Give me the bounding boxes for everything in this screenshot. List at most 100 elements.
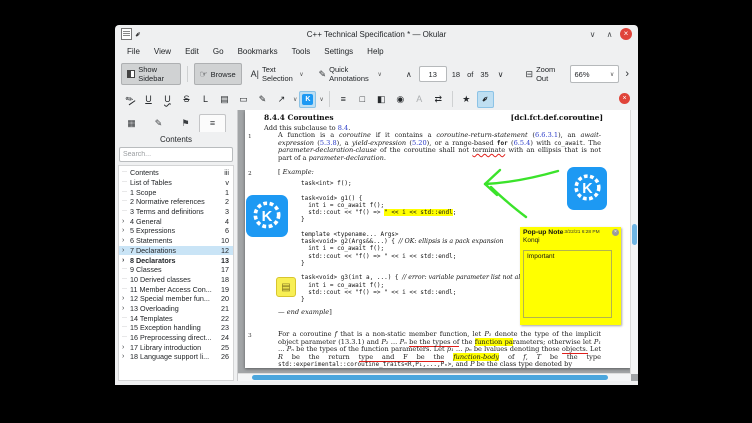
advanced-settings-icon[interactable]: ⇄	[430, 91, 447, 108]
font-icon[interactable]: A	[411, 91, 428, 108]
menu-settings[interactable]: Settings	[317, 47, 360, 56]
horizontal-scrollbar[interactable]	[238, 373, 631, 381]
chevron-down-icon[interactable]: ∨	[319, 96, 323, 103]
opacity-icon[interactable]: ◉	[392, 91, 409, 108]
vertical-scrollbar[interactable]	[630, 110, 638, 374]
toc-item[interactable]: ›6 Statements10	[119, 236, 233, 246]
chevron-right-icon[interactable]: ›	[122, 257, 130, 264]
toc-item[interactable]: —3 Terms and definitions3	[119, 207, 233, 217]
popup-note-icon[interactable]: ▭	[235, 91, 252, 108]
sidebar: ▦✎⚑≡ Contents —Contentsiii—List of Table…	[115, 110, 238, 381]
chevron-right-icon[interactable]: ›	[122, 344, 130, 351]
page-number-input[interactable]	[419, 66, 447, 82]
chevron-right-icon[interactable]: ›	[122, 218, 130, 225]
toc-item[interactable]: —1 Scope1	[119, 187, 233, 197]
line-width-icon[interactable]: ≡	[335, 91, 352, 108]
toc-item[interactable]: ›8 Declarators13	[119, 255, 233, 265]
pin-icon[interactable]: ✒	[477, 91, 494, 108]
toc-item[interactable]: ›7 Declarations12	[119, 246, 233, 256]
strikeout-icon[interactable]: S	[178, 91, 195, 108]
fill-color-icon[interactable]: ◧	[373, 91, 390, 108]
toc-item[interactable]: ›13 Overloading21	[119, 304, 233, 314]
sidebar-tab-contents[interactable]: ≡	[199, 114, 226, 132]
chevron-right-icon[interactable]: ›	[122, 247, 130, 254]
toc-item[interactable]: —9 Classes17	[119, 265, 233, 275]
chevron-right-icon[interactable]: ›	[122, 353, 130, 360]
next-page-button[interactable]: ∨	[494, 68, 508, 81]
menu-go[interactable]: Go	[206, 47, 231, 56]
sidebar-tab-annotations[interactable]: ✎	[145, 114, 172, 132]
toc-item[interactable]: —14 Templates22	[119, 313, 233, 323]
quick-annotations-button[interactable]: ✎ Quick Annotations ∨	[313, 63, 388, 85]
squiggle-icon[interactable]: U	[159, 91, 176, 108]
tree-guide: —	[122, 325, 130, 330]
horizontal-scrollbar-handle[interactable]	[252, 375, 608, 380]
zoom-level-combobox[interactable]: 66% ∨	[570, 65, 620, 83]
text-run: of the coroutine shall not	[377, 146, 473, 154]
popup-note-body[interactable]: Important	[523, 250, 612, 318]
toc-item[interactable]: ›18 Language support li...26	[119, 352, 233, 362]
chevron-right-icon[interactable]: ›	[122, 237, 130, 244]
close-button[interactable]: ×	[620, 28, 632, 40]
close-annotation-toolbar-button[interactable]: ×	[619, 93, 630, 104]
menu-view[interactable]: View	[147, 47, 178, 56]
maximize-button[interactable]: ∧	[603, 28, 616, 41]
zoom-out-button[interactable]: ⊟ Zoom Out	[520, 63, 567, 85]
sidebar-tab-thumbnails[interactable]: ▦	[118, 114, 145, 132]
inline-note-annotation[interactable]: ▤	[276, 277, 296, 297]
chevron-right-icon[interactable]: ›	[122, 295, 130, 302]
menu-help[interactable]: Help	[360, 47, 390, 56]
underline-icon[interactable]: U	[140, 91, 157, 108]
toc-item[interactable]: —List of Tablesv	[119, 178, 233, 188]
search-input[interactable]	[119, 147, 233, 162]
favorites-icon[interactable]: ★	[458, 91, 475, 108]
sidebar-tab-bookmarks[interactable]: ⚑	[172, 114, 199, 132]
browse-button[interactable]: ☞ Browse	[194, 63, 242, 85]
chevron-down-icon[interactable]: ∨	[377, 71, 381, 78]
chevron-down-icon[interactable]: ∨	[299, 71, 303, 78]
kde-stamp-annotation[interactable]: K	[567, 167, 607, 210]
toc-item[interactable]: ›5 Expressions6	[119, 226, 233, 236]
toolbar-overflow-button[interactable]: ›	[622, 68, 632, 80]
shape-icon[interactable]: □	[354, 91, 371, 108]
freehand-line-icon[interactable]: ✎	[254, 91, 271, 108]
kde-stamp-annotation[interactable]: K	[246, 195, 288, 237]
toc-item[interactable]: —11 Member Access Con...19	[119, 284, 233, 294]
toc-item[interactable]: —16 Preprocessing direct...24	[119, 333, 233, 343]
previous-page-button[interactable]: ∧	[402, 68, 416, 81]
text-run: ]	[329, 308, 332, 316]
popup-note-close-button[interactable]: ×	[612, 229, 619, 236]
menu-bookmarks[interactable]: Bookmarks	[231, 47, 285, 56]
content-area: ▦✎⚑≡ Contents —Contentsiii—List of Table…	[115, 110, 638, 381]
toc-item[interactable]: —Contentsiii	[119, 168, 233, 178]
chevron-right-icon[interactable]: ›	[122, 227, 130, 234]
menu-edit[interactable]: Edit	[178, 47, 206, 56]
title-bar[interactable]: ✒ C++ Technical Specification * — Okular…	[115, 25, 638, 43]
vertical-scrollbar-handle[interactable]	[632, 224, 637, 245]
menu-file[interactable]: File	[120, 47, 147, 56]
menu-tools[interactable]: Tools	[285, 47, 318, 56]
tree-guide: —	[122, 190, 130, 195]
code-line: std::cout << "f() => " << i << std::endl…	[301, 253, 539, 260]
toc-item[interactable]: —15 Exception handling23	[119, 323, 233, 333]
document-view[interactable]: 8.4.4 Coroutines [dcl.fct.def.coroutine]…	[238, 110, 638, 381]
toc-item[interactable]: —2 Normative references2	[119, 197, 233, 207]
toc-item[interactable]: —10 Derived classes18	[119, 275, 233, 285]
straight-line-icon[interactable]: ↗	[273, 91, 290, 108]
text-run: parameter-declaration	[309, 154, 384, 162]
stamp-icon[interactable]: K	[299, 91, 316, 108]
show-sidebar-button[interactable]: Show Sidebar	[121, 63, 181, 85]
ink-arrow-annotation[interactable]	[470, 162, 565, 224]
chevron-down-icon[interactable]: ∨	[293, 96, 297, 103]
annotations-icon: ✎	[155, 119, 163, 128]
toc-item[interactable]: ›12 Special member fun...20	[119, 294, 233, 304]
typewriter-icon[interactable]: L	[197, 91, 214, 108]
highlighter-icon[interactable]: ✎	[121, 91, 138, 108]
popup-note-annotation[interactable]: Pop-up Note 3/22/21 6:28 PM × Konqi Impo…	[520, 227, 621, 325]
toc-item[interactable]: ›4 General4	[119, 216, 233, 226]
minimize-button[interactable]: ∨	[586, 28, 599, 41]
text-selection-button[interactable]: A| Text Selection ∨	[245, 63, 310, 85]
toc-item[interactable]: ›17 Library introduction25	[119, 342, 233, 352]
inline-note-icon[interactable]: ▤	[216, 91, 233, 108]
chevron-right-icon[interactable]: ›	[122, 305, 130, 312]
